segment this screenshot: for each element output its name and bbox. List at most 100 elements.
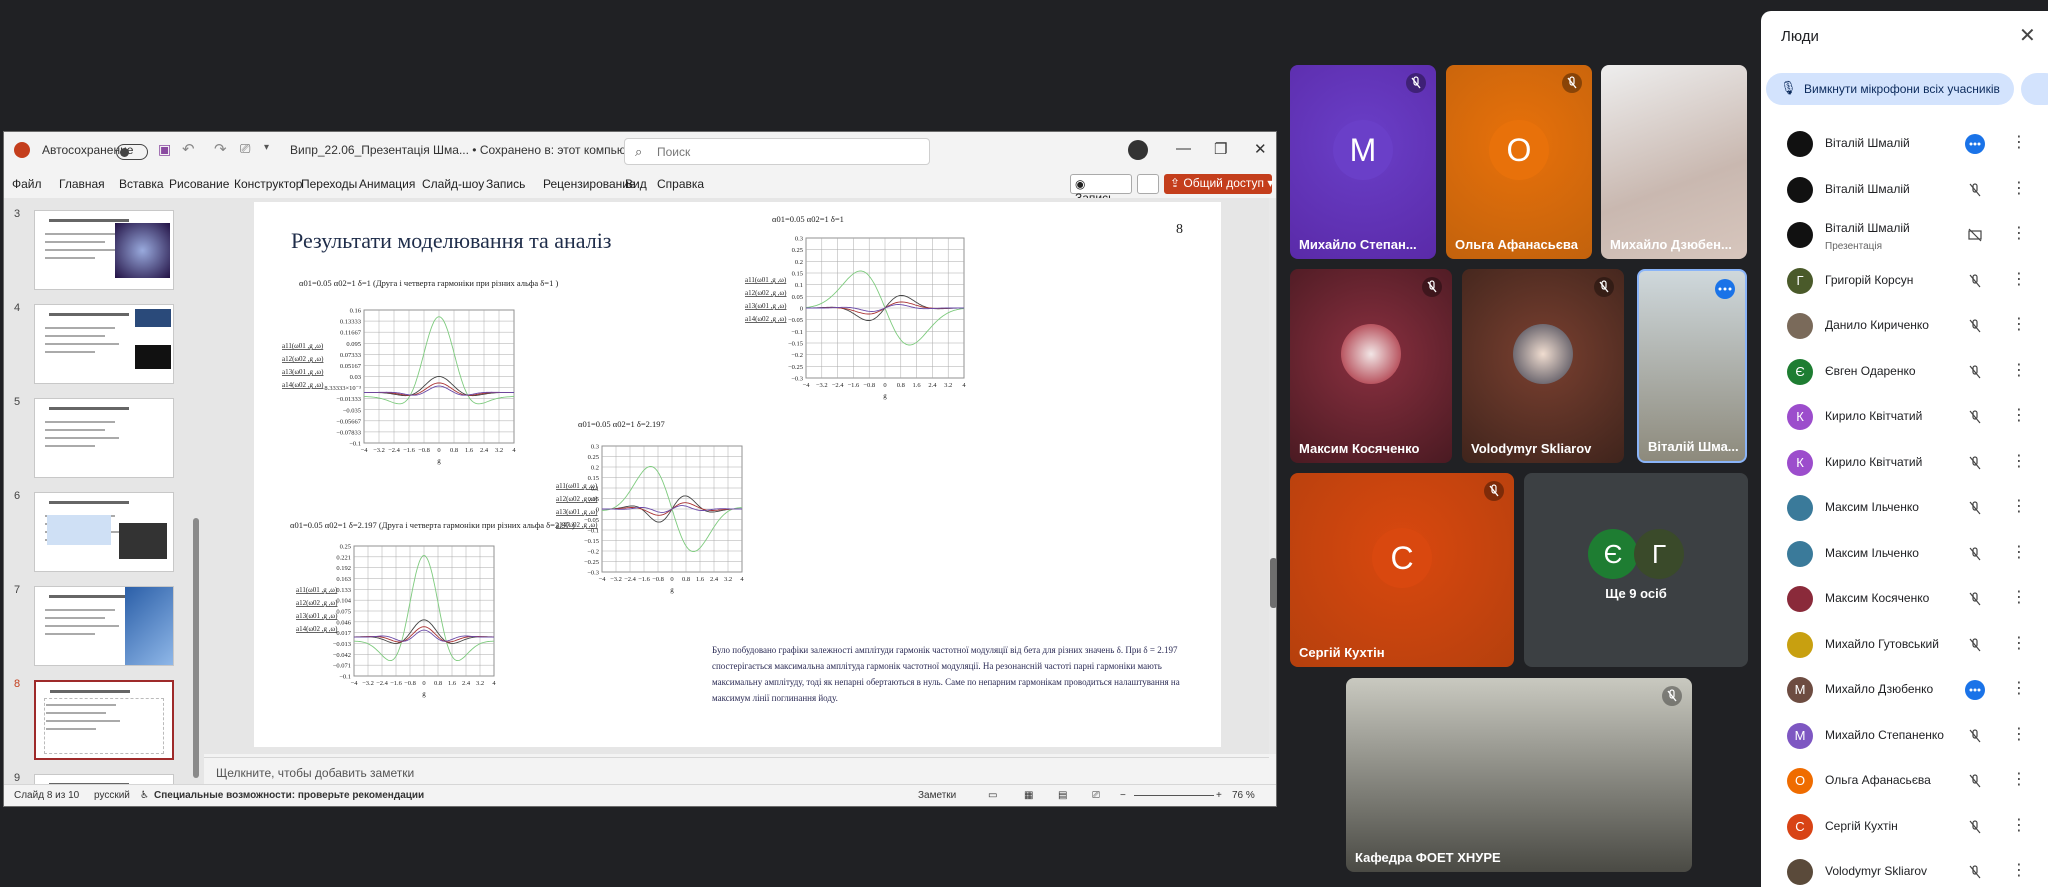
slide-thumbnail[interactable] bbox=[34, 492, 174, 572]
zoom-slider[interactable] bbox=[1134, 795, 1214, 796]
thumbnails-scrollbar[interactable] bbox=[193, 268, 199, 784]
language-indicator[interactable]: русский bbox=[94, 790, 130, 801]
mic-off-icon[interactable] bbox=[1965, 407, 1985, 427]
speaking-indicator-icon[interactable] bbox=[1965, 680, 1985, 700]
quick-access-dropdown-icon[interactable]: ▾ bbox=[264, 142, 269, 153]
ribbon-tab-6[interactable]: Анимация bbox=[359, 177, 415, 191]
ribbon-tab-7[interactable]: Слайд-шоу bbox=[422, 177, 484, 191]
participant-row[interactable]: Віталій Шмалій Презентація ⋮ bbox=[1761, 212, 2048, 257]
mic-off-icon[interactable] bbox=[1965, 362, 1985, 382]
participant-menu-icon[interactable]: ⋮ bbox=[2011, 587, 2027, 607]
participant-row[interactable]: Є Євген Одаренко ⋮ bbox=[1761, 349, 2048, 394]
participant-row[interactable]: Віталій Шмалій ⋮ bbox=[1761, 167, 2048, 212]
current-slide[interactable]: Результати моделювання та аналіз 8 α01=0… bbox=[254, 202, 1221, 747]
mic-off-icon[interactable] bbox=[1965, 771, 1985, 791]
zoom-level[interactable]: 76 % bbox=[1232, 790, 1255, 801]
video-tile[interactable]: М Михайло Степан... bbox=[1290, 65, 1436, 259]
speaking-indicator-icon[interactable] bbox=[1965, 134, 1985, 154]
slide-thumbnail[interactable] bbox=[34, 398, 174, 478]
participant-row[interactable]: Данило Кириченко ⋮ bbox=[1761, 303, 2048, 348]
participant-menu-icon[interactable]: ⋮ bbox=[2011, 633, 2027, 653]
ribbon-tab-11[interactable]: Справка bbox=[657, 177, 704, 191]
mic-off-icon[interactable] bbox=[1965, 453, 1985, 473]
participant-row[interactable]: Г Григорій Корсун ⋮ bbox=[1761, 258, 2048, 303]
participant-row[interactable]: Віталій Шмалій ⋮ bbox=[1761, 121, 2048, 166]
mic-off-icon[interactable] bbox=[1965, 817, 1985, 837]
ribbon-tab-3[interactable]: Рисование bbox=[169, 177, 229, 191]
video-tile[interactable]: О Ольга Афанасьєва bbox=[1446, 65, 1592, 259]
video-tile[interactable]: Volodymyr Skliarov bbox=[1462, 269, 1624, 463]
ribbon-tab-10[interactable]: Вид bbox=[625, 177, 647, 191]
comments-button[interactable] bbox=[1137, 174, 1159, 194]
document-title[interactable]: Випр_22.06_Презентація Шма... • Сохранен… bbox=[290, 143, 644, 157]
slide-thumbnail[interactable] bbox=[34, 210, 174, 290]
participant-menu-icon[interactable]: ⋮ bbox=[2011, 132, 2027, 152]
normal-view-icon[interactable]: ▭ bbox=[988, 790, 997, 801]
participant-menu-icon[interactable]: ⋮ bbox=[2011, 724, 2027, 744]
zoom-out-icon[interactable]: − bbox=[1120, 790, 1126, 801]
slide-sorter-icon[interactable]: ▦ bbox=[1024, 790, 1033, 801]
slide-thumbnail[interactable] bbox=[34, 680, 174, 760]
mute-all-button[interactable]: 🎙 Вимкнути мікрофони всіх учасників bbox=[1766, 73, 2014, 105]
present-from-start-icon[interactable]: ⎚ bbox=[240, 141, 250, 157]
redo-icon[interactable]: ↷ bbox=[214, 140, 227, 158]
participant-row[interactable]: М Михайло Степаненко ⋮ bbox=[1761, 713, 2048, 758]
participant-menu-icon[interactable]: ⋮ bbox=[2011, 178, 2027, 198]
mic-off-icon[interactable] bbox=[1965, 316, 1985, 336]
participant-row[interactable]: Максим Косяченко ⋮ bbox=[1761, 576, 2048, 621]
slide-scroll-grip[interactable] bbox=[1270, 558, 1276, 608]
participant-row[interactable]: Volodymyr Skliarov ⋮ bbox=[1761, 849, 2048, 887]
participant-row[interactable]: К Кирило Квітчатий ⋮ bbox=[1761, 394, 2048, 439]
notes-button[interactable]: Заметки bbox=[918, 790, 956, 801]
slide-thumbnail[interactable] bbox=[34, 304, 174, 384]
add-people-button[interactable] bbox=[2021, 73, 2048, 105]
notes-pane[interactable]: Щелкните, чтобы добавить заметки bbox=[204, 757, 1269, 784]
accessibility-status[interactable]: Специальные возможности: проверьте реком… bbox=[154, 790, 424, 801]
mic-off-icon[interactable] bbox=[1965, 635, 1985, 655]
close-window-icon[interactable]: ✕ bbox=[1254, 140, 1267, 158]
reading-view-icon[interactable]: ▤ bbox=[1058, 790, 1067, 801]
ribbon-tab-0[interactable]: Файл bbox=[12, 177, 42, 191]
restore-icon[interactable]: ❐ bbox=[1214, 140, 1227, 158]
ribbon-tab-9[interactable]: Рецензирование bbox=[543, 177, 636, 191]
participant-menu-icon[interactable]: ⋮ bbox=[2011, 405, 2027, 425]
record-button[interactable]: ◉ Запись bbox=[1070, 174, 1132, 205]
minimize-icon[interactable]: — bbox=[1176, 140, 1191, 157]
participant-menu-icon[interactable]: ⋮ bbox=[2011, 360, 2027, 380]
mic-off-icon[interactable] bbox=[1965, 589, 1985, 609]
participant-row[interactable]: Михайло Гутовський ⋮ bbox=[1761, 622, 2048, 667]
zoom-in-icon[interactable]: + bbox=[1216, 790, 1222, 801]
thumbnails-scroll-grip[interactable] bbox=[193, 518, 199, 778]
ribbon-tab-4[interactable]: Конструктор bbox=[234, 177, 302, 191]
ribbon-tab-5[interactable]: Переходы bbox=[301, 177, 357, 191]
video-tile[interactable]: Є Г Ще 9 осіб bbox=[1524, 473, 1748, 667]
share-button[interactable]: ⇪ Общий доступ ▾ bbox=[1164, 174, 1273, 194]
slide-thumbnail[interactable] bbox=[34, 774, 174, 784]
autosave-toggle[interactable] bbox=[116, 144, 148, 160]
ribbon-tab-1[interactable]: Главная bbox=[59, 177, 105, 191]
participant-row[interactable]: О Ольга Афанасьєва ⋮ bbox=[1761, 758, 2048, 803]
mic-off-icon[interactable] bbox=[1965, 862, 1985, 882]
participant-menu-icon[interactable]: ⋮ bbox=[2011, 769, 2027, 789]
mic-off-icon[interactable] bbox=[1965, 271, 1985, 291]
more-options-icon[interactable] bbox=[1715, 279, 1735, 299]
account-avatar[interactable] bbox=[1128, 140, 1148, 160]
video-tile[interactable]: Максим Косяченко bbox=[1290, 269, 1452, 463]
participant-menu-icon[interactable]: ⋮ bbox=[2011, 542, 2027, 562]
mic-off-icon[interactable] bbox=[1965, 180, 1985, 200]
participant-row[interactable]: Максим Ільченко ⋮ bbox=[1761, 485, 2048, 530]
participant-menu-icon[interactable]: ⋮ bbox=[2011, 314, 2027, 334]
close-panel-icon[interactable]: ✕ bbox=[2019, 23, 2036, 48]
slideshow-view-icon[interactable]: ⎚ bbox=[1092, 790, 1100, 801]
participant-menu-icon[interactable]: ⋮ bbox=[2011, 815, 2027, 835]
participant-row[interactable]: Максим Ільченко ⋮ bbox=[1761, 531, 2048, 576]
video-tile[interactable]: Віталій Шма... bbox=[1637, 269, 1747, 463]
participant-menu-icon[interactable]: ⋮ bbox=[2011, 223, 2027, 243]
video-tile[interactable]: Кафедра ФОЕТ ХНУРЕ bbox=[1346, 678, 1692, 872]
participant-row[interactable]: М Михайло Дзюбенко ⋮ bbox=[1761, 667, 2048, 712]
participant-menu-icon[interactable]: ⋮ bbox=[2011, 269, 2027, 289]
participant-menu-icon[interactable]: ⋮ bbox=[2011, 678, 2027, 698]
save-icon[interactable]: ▣ bbox=[158, 141, 171, 158]
participant-row[interactable]: С Сергій Кухтін ⋮ bbox=[1761, 804, 2048, 849]
participant-menu-icon[interactable]: ⋮ bbox=[2011, 496, 2027, 516]
